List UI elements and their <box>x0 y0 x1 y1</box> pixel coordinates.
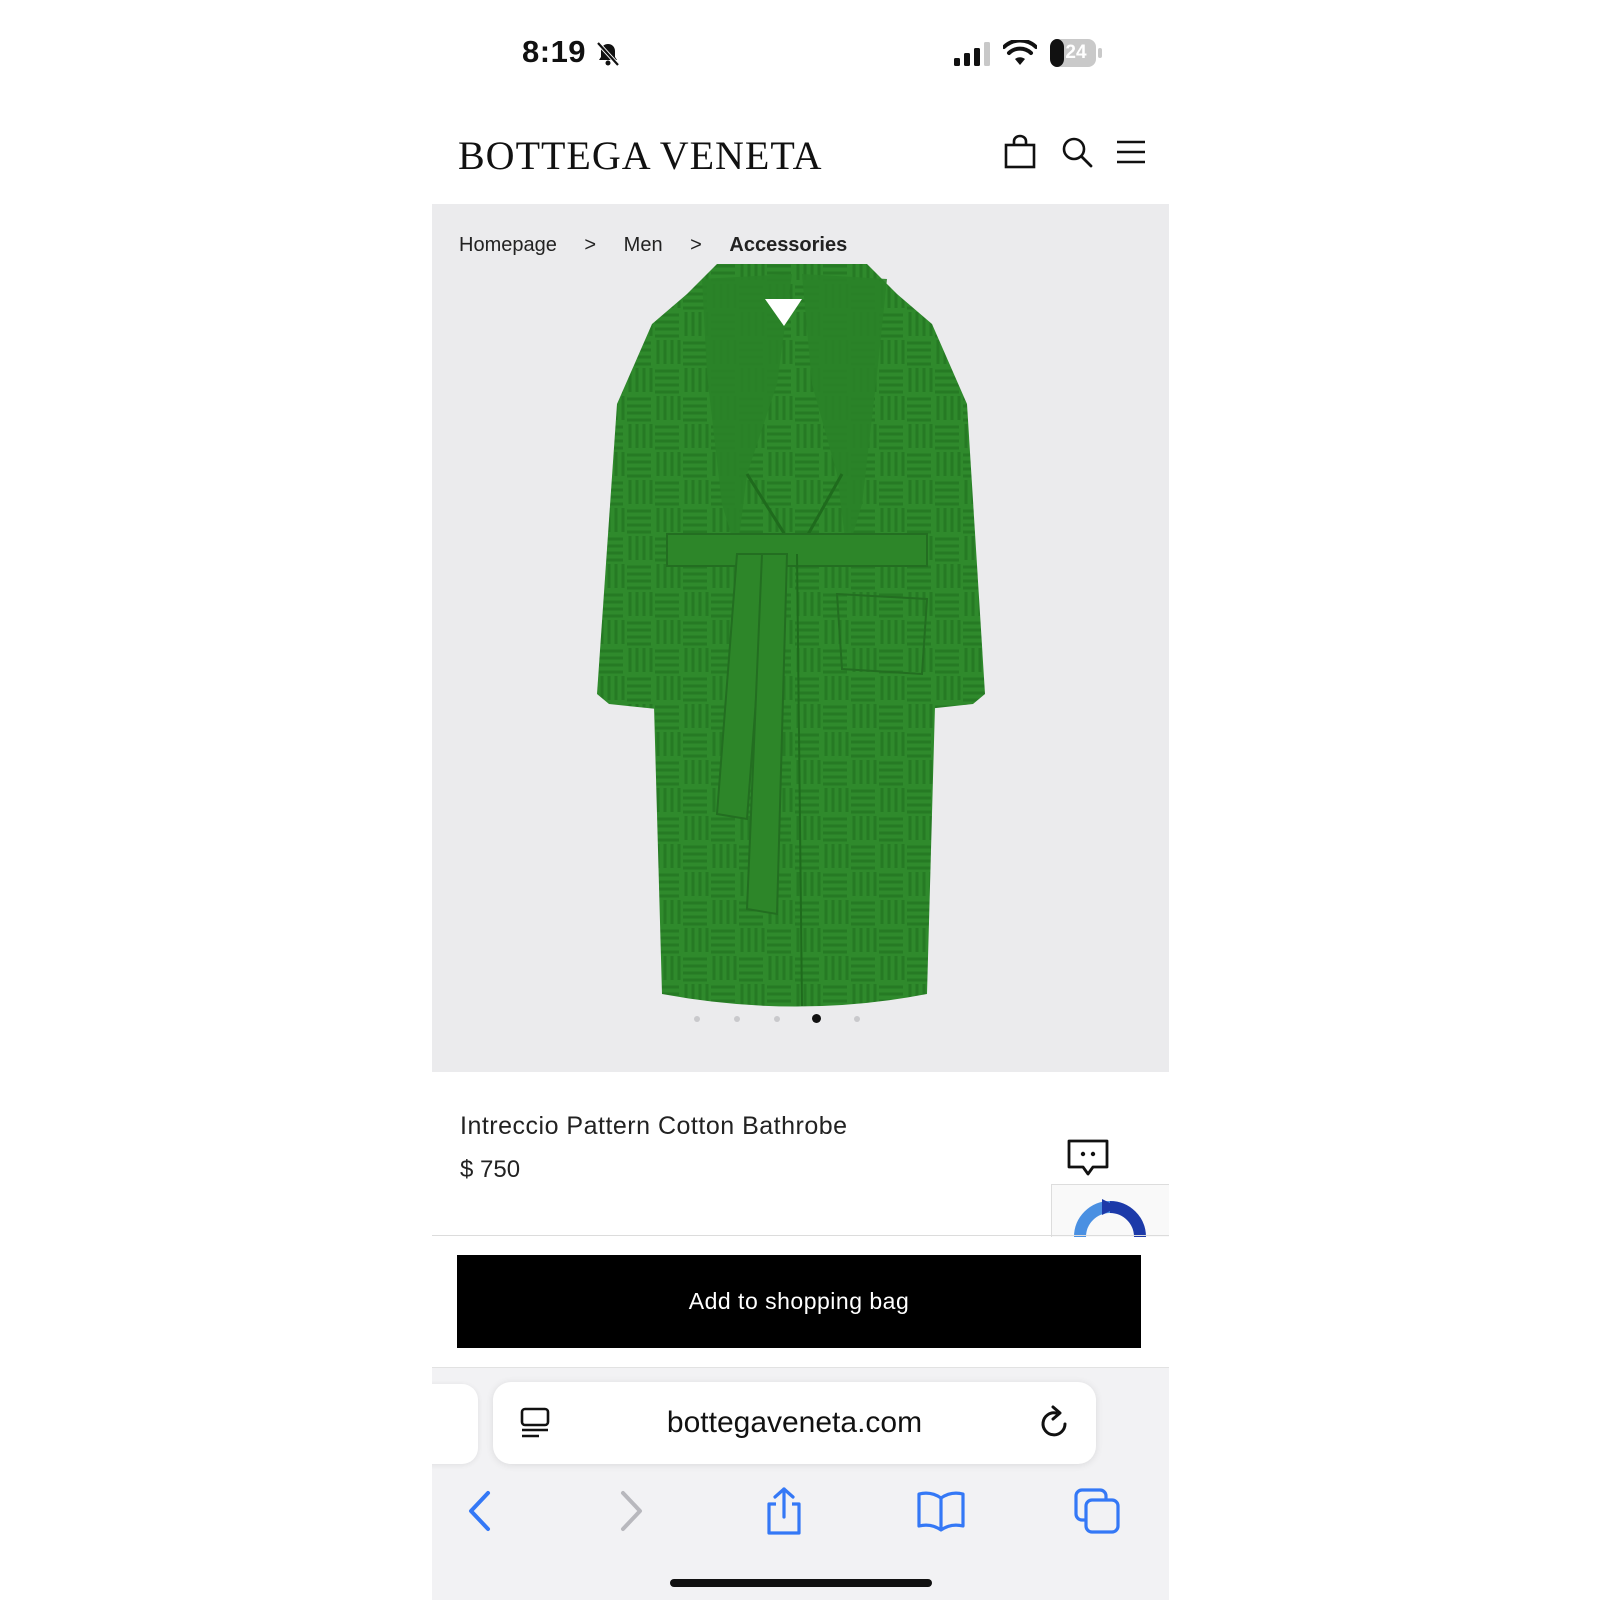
recaptcha-badge[interactable] <box>1051 1184 1169 1237</box>
add-to-bag-button[interactable]: Add to shopping bag <box>457 1255 1141 1348</box>
reload-icon[interactable] <box>1037 1404 1073 1442</box>
bell-slash-icon <box>596 41 620 67</box>
tabs-icon[interactable] <box>1072 1486 1122 1536</box>
divider <box>432 1235 1169 1236</box>
product-gallery[interactable]: Homepage > Men > Accessories <box>432 204 1169 1072</box>
carousel-dot-active[interactable] <box>812 1014 821 1023</box>
recaptcha-icon <box>1074 1199 1146 1237</box>
carousel-dot[interactable] <box>694 1016 700 1022</box>
breadcrumb-homepage[interactable]: Homepage <box>459 234 557 257</box>
home-indicator[interactable] <box>670 1579 932 1587</box>
breadcrumb-separator: > <box>584 234 597 257</box>
chat-icon[interactable] <box>1066 1138 1110 1180</box>
address-bar[interactable]: bottegaveneta.com <box>493 1382 1096 1464</box>
carousel-dot[interactable] <box>854 1016 860 1022</box>
site-header: BOTTEGA VENETA <box>432 110 1169 204</box>
carousel-dot[interactable] <box>734 1016 740 1022</box>
product-name: Intreccio Pattern Cotton Bathrobe <box>460 1112 848 1140</box>
carousel-dot[interactable] <box>774 1016 780 1022</box>
shopping-bag-icon[interactable] <box>1002 134 1038 170</box>
share-icon[interactable] <box>759 1486 809 1536</box>
cellular-signal-icon <box>954 42 990 66</box>
browser-toolbar: bottegaveneta.com <box>432 1367 1169 1600</box>
product-price: $ 750 <box>460 1156 521 1183</box>
product-image[interactable] <box>597 254 997 1019</box>
search-icon[interactable] <box>1059 134 1095 170</box>
back-icon[interactable] <box>456 1486 506 1536</box>
forward-icon[interactable] <box>605 1486 655 1536</box>
previous-tab-preview[interactable] <box>432 1384 478 1464</box>
product-info: Intreccio Pattern Cotton Bathrobe $ 750 <box>432 1072 1169 1237</box>
wifi-icon <box>1003 40 1037 65</box>
clock: 8:19 <box>522 34 587 69</box>
bookmarks-icon[interactable] <box>916 1486 966 1536</box>
carousel-indicator <box>432 1014 1169 1026</box>
status-bar: 8:19 24 <box>432 0 1169 100</box>
battery-icon: 24 <box>1049 38 1103 68</box>
menu-icon[interactable] <box>1113 134 1149 170</box>
url-text[interactable]: bottegaveneta.com <box>493 1382 1096 1464</box>
phone-screen: 8:19 24 BOTTEGA VENETA Homepage > Men > … <box>432 0 1169 1600</box>
battery-level: 24 <box>1065 42 1087 63</box>
brand-logo[interactable]: BOTTEGA VENETA <box>458 132 822 179</box>
